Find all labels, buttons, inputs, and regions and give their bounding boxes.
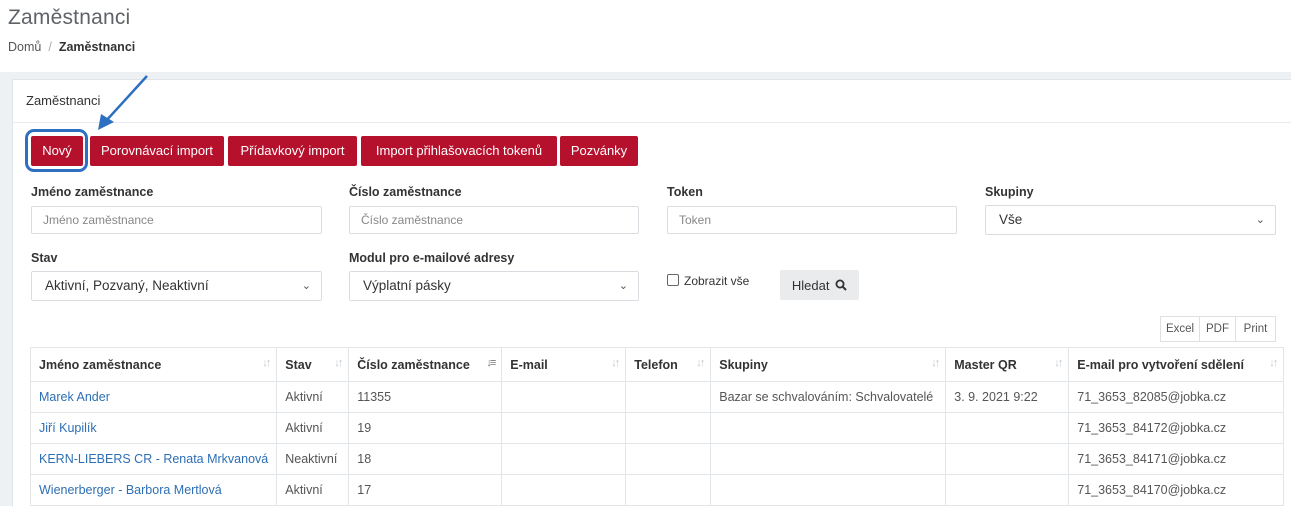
cell-master-qr	[945, 412, 1070, 444]
sort-icon: ↓↑	[1054, 357, 1063, 369]
breadcrumb-home[interactable]: Domů	[8, 40, 41, 54]
show-all-checkbox[interactable]: Zobrazit vše	[667, 274, 749, 288]
annotation-arrow-icon	[98, 75, 148, 130]
name-filter-label: Jméno zaměstnance	[31, 185, 154, 199]
table-row: KERN-LIEBERS CR - Renata Mrkvanová Neakt…	[29, 443, 1285, 475]
employees-table: Jméno zaměstnance ↓↑ Stav ↓↑ Číslo zaměstn…	[29, 347, 1285, 506]
cell-master-qr: 3. 9. 2021 9:22	[945, 381, 1070, 413]
table-row: Marek Ander Aktivní 11355 Bazar se schva…	[29, 381, 1285, 413]
employee-name-link[interactable]: Jiří Kupilík	[39, 421, 97, 435]
chevron-down-icon: ⌄	[301, 280, 311, 292]
new-button[interactable]: Nový	[31, 136, 83, 166]
chevron-down-icon: ⌄	[1255, 214, 1265, 226]
cell-message-email: 71_3653_84172@jobka.cz	[1068, 412, 1285, 444]
column-header-groups[interactable]: Skupiny ↓↑	[710, 347, 947, 382]
page-title: Zaměstnanci	[8, 6, 131, 29]
card-header: Zaměstnanci	[13, 80, 1291, 123]
token-filter-input[interactable]: Token	[667, 206, 957, 234]
show-all-label: Zobrazit vše	[684, 274, 750, 288]
search-icon	[835, 279, 847, 291]
sort-icon: ↓↑	[1269, 357, 1278, 369]
search-button-label: Hledat	[791, 278, 830, 293]
cell-number: 18	[348, 443, 503, 475]
column-header-master-qr[interactable]: Master QR ↓↑	[945, 347, 1070, 382]
search-button[interactable]: Hledat	[780, 270, 859, 300]
cell-groups	[710, 443, 947, 475]
sort-icon: ↓↑	[334, 357, 343, 369]
groups-filter-label: Skupiny	[985, 185, 1034, 199]
employee-name-link[interactable]: Marek Ander	[39, 390, 110, 404]
cell-number: 19	[348, 412, 503, 444]
checkbox-box[interactable]	[667, 274, 679, 286]
column-header-email[interactable]: E-mail ↓↑	[501, 347, 627, 382]
groups-select-value: Vše	[999, 212, 1023, 227]
table-row: Jiří Kupilík Aktivní 19 71_3653_84172@jo…	[29, 412, 1285, 444]
cell-message-email: 71_3653_82085@jobka.cz	[1068, 381, 1285, 413]
email-module-label: Modul pro e-mailové adresy	[349, 251, 515, 265]
cell-phone	[625, 381, 712, 413]
append-import-button[interactable]: Přídavkový import	[228, 136, 357, 166]
email-module-select-value: Výplatní pásky	[363, 278, 451, 293]
cell-state: Aktivní	[276, 474, 350, 506]
sort-desc-icon: ↓≡	[486, 357, 496, 369]
sort-icon: ↓↑	[931, 357, 940, 369]
token-filter-label: Token	[667, 185, 703, 199]
column-header-name[interactable]: Jméno zaměstnance ↓↑	[29, 347, 278, 382]
cell-number: 11355	[348, 381, 503, 413]
token-import-button[interactable]: Import přihlašovacích tokenů	[361, 136, 557, 166]
employee-name-link[interactable]: KERN-LIEBERS CR - Renata Mrkvanová	[39, 452, 268, 466]
state-select[interactable]: Aktivní, Pozvaný, Neaktivní ⌄	[31, 271, 322, 301]
export-excel-button[interactable]: Excel	[1160, 316, 1200, 342]
sort-icon: ↓↑	[696, 357, 705, 369]
cell-state: Aktivní	[276, 412, 350, 444]
cell-email	[501, 474, 627, 506]
compare-import-button[interactable]: Porovnávací import	[90, 136, 224, 166]
column-header-phone[interactable]: Telefon ↓↑	[625, 347, 712, 382]
cell-master-qr	[945, 443, 1070, 475]
sort-icon: ↓↑	[262, 357, 271, 369]
email-module-select[interactable]: Výplatní pásky ⌄	[349, 271, 639, 301]
number-filter-input[interactable]: Číslo zaměstnance	[349, 206, 639, 234]
breadcrumb-current: Zaměstnanci	[58, 40, 136, 54]
cell-phone	[625, 443, 712, 475]
column-header-number[interactable]: Číslo zaměstnance ↓≡	[348, 347, 503, 382]
cell-email	[501, 443, 627, 475]
export-print-button[interactable]: Print	[1235, 316, 1276, 342]
cell-groups	[710, 474, 947, 506]
cell-message-email: 71_3653_84171@jobka.cz	[1068, 443, 1285, 475]
cell-master-qr	[945, 474, 1070, 506]
cell-email	[501, 412, 627, 444]
name-filter-input[interactable]: Jméno zaměstnance	[31, 206, 322, 234]
cell-email	[501, 381, 627, 413]
cell-phone	[625, 474, 712, 506]
cell-state: Neaktivní	[276, 443, 350, 475]
breadcrumb: Domů / Zaměstnanci	[8, 40, 135, 54]
sort-icon: ↓↑	[611, 357, 620, 369]
groups-select[interactable]: Vše ⌄	[985, 205, 1276, 235]
column-header-message-email[interactable]: E-mail pro vytvoření sdělení ↓↑	[1068, 347, 1285, 382]
cell-number: 17	[348, 474, 503, 506]
export-pdf-button[interactable]: PDF	[1199, 316, 1236, 342]
table-header-row: Jméno zaměstnance ↓↑ Stav ↓↑ Číslo zaměstn…	[29, 347, 1285, 382]
number-filter-label: Číslo zaměstnance	[349, 185, 462, 199]
cell-groups: Bazar se schvalováním: Schvalovatelé	[710, 381, 947, 413]
breadcrumb-separator: /	[48, 40, 52, 54]
column-header-state[interactable]: Stav ↓↑	[276, 347, 350, 382]
table-row: Wienerberger - Barbora Mertlová Aktivní …	[29, 474, 1285, 506]
cell-state: Aktivní	[276, 381, 350, 413]
cell-groups	[710, 412, 947, 444]
employee-name-link[interactable]: Wienerberger - Barbora Mertlová	[39, 483, 222, 497]
state-filter-label: Stav	[31, 251, 58, 265]
invitations-button[interactable]: Pozvánky	[560, 136, 638, 166]
state-select-value: Aktivní, Pozvaný, Neaktivní	[45, 278, 209, 293]
cell-message-email: 71_3653_84170@jobka.cz	[1068, 474, 1285, 506]
cell-phone	[625, 412, 712, 444]
chevron-down-icon: ⌄	[618, 280, 628, 292]
